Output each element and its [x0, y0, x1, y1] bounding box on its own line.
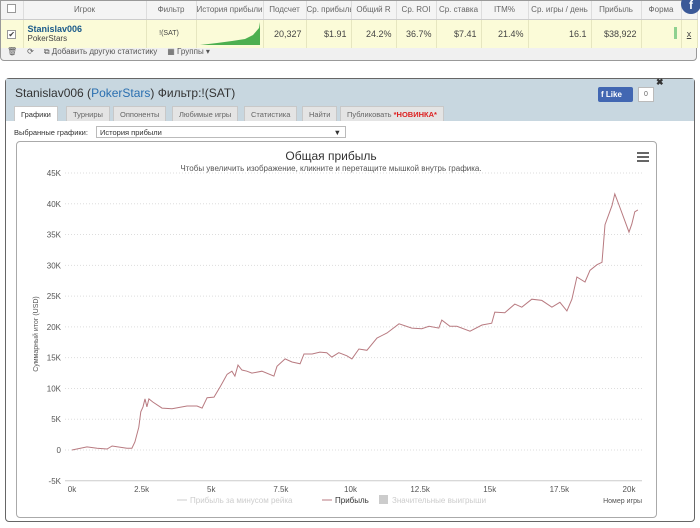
col-total-roi[interactable]: Общий R: [351, 1, 397, 20]
chart-subtitle: Чтобы увеличить изображение, кликните и …: [180, 164, 481, 173]
y-tick-label: 25K: [47, 292, 62, 301]
like-count: 0: [638, 87, 654, 102]
groups-label: Группы ▾: [177, 47, 210, 56]
legend-profit[interactable]: Прибыль: [335, 496, 369, 505]
menu-icon[interactable]: [637, 152, 649, 162]
tab-opponents[interactable]: Оппоненты: [113, 106, 167, 121]
tab-tournaments[interactable]: Турниры: [66, 106, 110, 121]
facebook-icon: f: [601, 90, 604, 99]
table-row: ✔ Stanislav006 PokerStars !(SAT) 20,327 $…: [1, 19, 698, 48]
tab-charts[interactable]: Графики: [14, 106, 58, 121]
col-profit[interactable]: Прибыль: [591, 1, 642, 20]
select-all-checkbox[interactable]: [1, 1, 24, 20]
y-tick-label: 10K: [47, 384, 62, 393]
avg-stake: $7.41: [436, 19, 482, 48]
like-label: Like: [605, 90, 622, 99]
col-form[interactable]: Форма: [641, 1, 682, 20]
chart-select[interactable]: История прибыли ▼: [96, 126, 346, 138]
chart-select-value: История прибыли: [100, 128, 162, 137]
x-tick-label: 7.5k: [273, 485, 289, 494]
y-tick-label: 30K: [47, 261, 62, 270]
stats-table: Игрок Фильтр История прибыли Подсчет Ср.…: [1, 1, 698, 48]
avg-roi: 36.7%: [396, 19, 437, 48]
close-icon[interactable]: ✖: [656, 77, 664, 88]
x-tick-label: 15k: [483, 485, 497, 494]
chart-title: Общая прибыль: [285, 149, 376, 163]
add-stat-button[interactable]: ⧉ Добавить другую статистику: [44, 47, 157, 57]
y-tick-label: 0: [57, 446, 62, 455]
tab-publish[interactable]: Публиковать *НОВИНКА*: [340, 106, 444, 121]
player-dialog: Stanislav006 (PokerStars) Фильтр:!(SAT) …: [5, 77, 695, 522]
network: PokerStars: [27, 34, 68, 43]
trash-icon[interactable]: 🗑: [7, 47, 17, 57]
col-filter[interactable]: Фильтр: [146, 1, 197, 20]
x-tick-label: 5k: [207, 485, 216, 494]
profit: $38,922: [591, 19, 642, 48]
row-checkbox[interactable]: ✔: [1, 19, 24, 48]
stats-panel: Игрок Фильтр История прибыли Подсчет Ср.…: [0, 0, 698, 61]
count: 20,327: [263, 19, 307, 48]
x-tick-label: 0k: [68, 485, 77, 494]
profit-chart[interactable]: Общая прибыль Чтобы увеличить изображени…: [17, 142, 658, 519]
y-tick-label: 35K: [47, 231, 62, 240]
legend-big-wins-swatch: [379, 495, 388, 504]
col-count[interactable]: Подсчет: [263, 1, 307, 20]
table-header: Игрок Фильтр История прибыли Подсчет Ср.…: [1, 1, 698, 20]
legend: Прибыль за минусом рейка Прибыль Значите…: [177, 495, 486, 505]
remove-row-button[interactable]: x: [681, 19, 698, 48]
refresh-icon[interactable]: ⟳: [27, 47, 34, 57]
col-games-per-day[interactable]: Ср. игры / день: [528, 1, 592, 20]
x-tick-label: 10k: [344, 485, 358, 494]
chart-select-label: Выбранные графики:: [14, 128, 88, 137]
profit-sparkline: [196, 19, 264, 48]
col-player[interactable]: Игрок: [23, 1, 147, 20]
y-tick-label: 40K: [47, 200, 62, 209]
x-tick-label: 17.5k: [550, 485, 571, 494]
profit-series-line: [71, 192, 639, 451]
tab-find[interactable]: Найти: [302, 106, 338, 121]
col-avg-profit[interactable]: Ср. прибыль: [306, 1, 352, 20]
chart-container[interactable]: Общая прибыль Чтобы увеличить изображени…: [16, 141, 657, 518]
games-per-day: 16.1: [528, 19, 592, 48]
title-player: Stanislav006: [15, 86, 84, 100]
player-link[interactable]: Stanislav006: [28, 24, 142, 34]
col-itm[interactable]: ITM%: [481, 1, 529, 20]
like-button[interactable]: f Like: [598, 87, 633, 102]
col-avg-stake[interactable]: Ср. ставка: [436, 1, 482, 20]
form-bar: [641, 19, 682, 48]
y-tick-label: -5K: [49, 477, 62, 486]
y-tick-label: 45K: [47, 169, 62, 178]
legend-big-wins[interactable]: Значительные выигрыши: [392, 496, 486, 505]
network-link[interactable]: PokerStars: [91, 86, 150, 100]
y-axis-label: Суммарный итог (USD): [32, 296, 40, 372]
x-tick-label: 2.5k: [134, 485, 150, 494]
add-stat-label: Добавить другую статистику: [51, 47, 158, 56]
groups-button[interactable]: ▦ Группы ▾: [167, 47, 210, 57]
dropdown-arrow-icon: ▼: [333, 128, 341, 137]
dialog-title: Stanislav006 (PokerStars) Фильтр:!(SAT): [15, 86, 236, 100]
x-tick-label: 20k: [623, 485, 637, 494]
y-tick-label: 15K: [47, 354, 62, 363]
tab-favorite-games[interactable]: Любимые игры: [172, 106, 239, 121]
tab-publish-label: Публиковать: [347, 110, 392, 119]
title-filter: Фильтр:!(SAT): [157, 86, 236, 100]
filter-value: !(SAT): [146, 19, 197, 48]
x-tick-label: 12.5k: [410, 485, 431, 494]
tab-statistics[interactable]: Статистика: [244, 106, 298, 121]
y-tick-label: 5K: [51, 415, 61, 424]
y-tick-label: 20K: [47, 323, 62, 332]
total-roi: 24.2%: [351, 19, 397, 48]
avg-profit: $1.91: [306, 19, 352, 48]
col-history[interactable]: История прибыли: [196, 1, 264, 20]
itm: 21.4%: [481, 19, 529, 48]
legend-rake[interactable]: Прибыль за минусом рейка: [190, 496, 293, 505]
x-axis-label: Номер игры: [603, 498, 642, 505]
col-avg-roi[interactable]: Ср. ROI: [396, 1, 437, 20]
new-badge: *НОВИНКА*: [393, 110, 437, 119]
